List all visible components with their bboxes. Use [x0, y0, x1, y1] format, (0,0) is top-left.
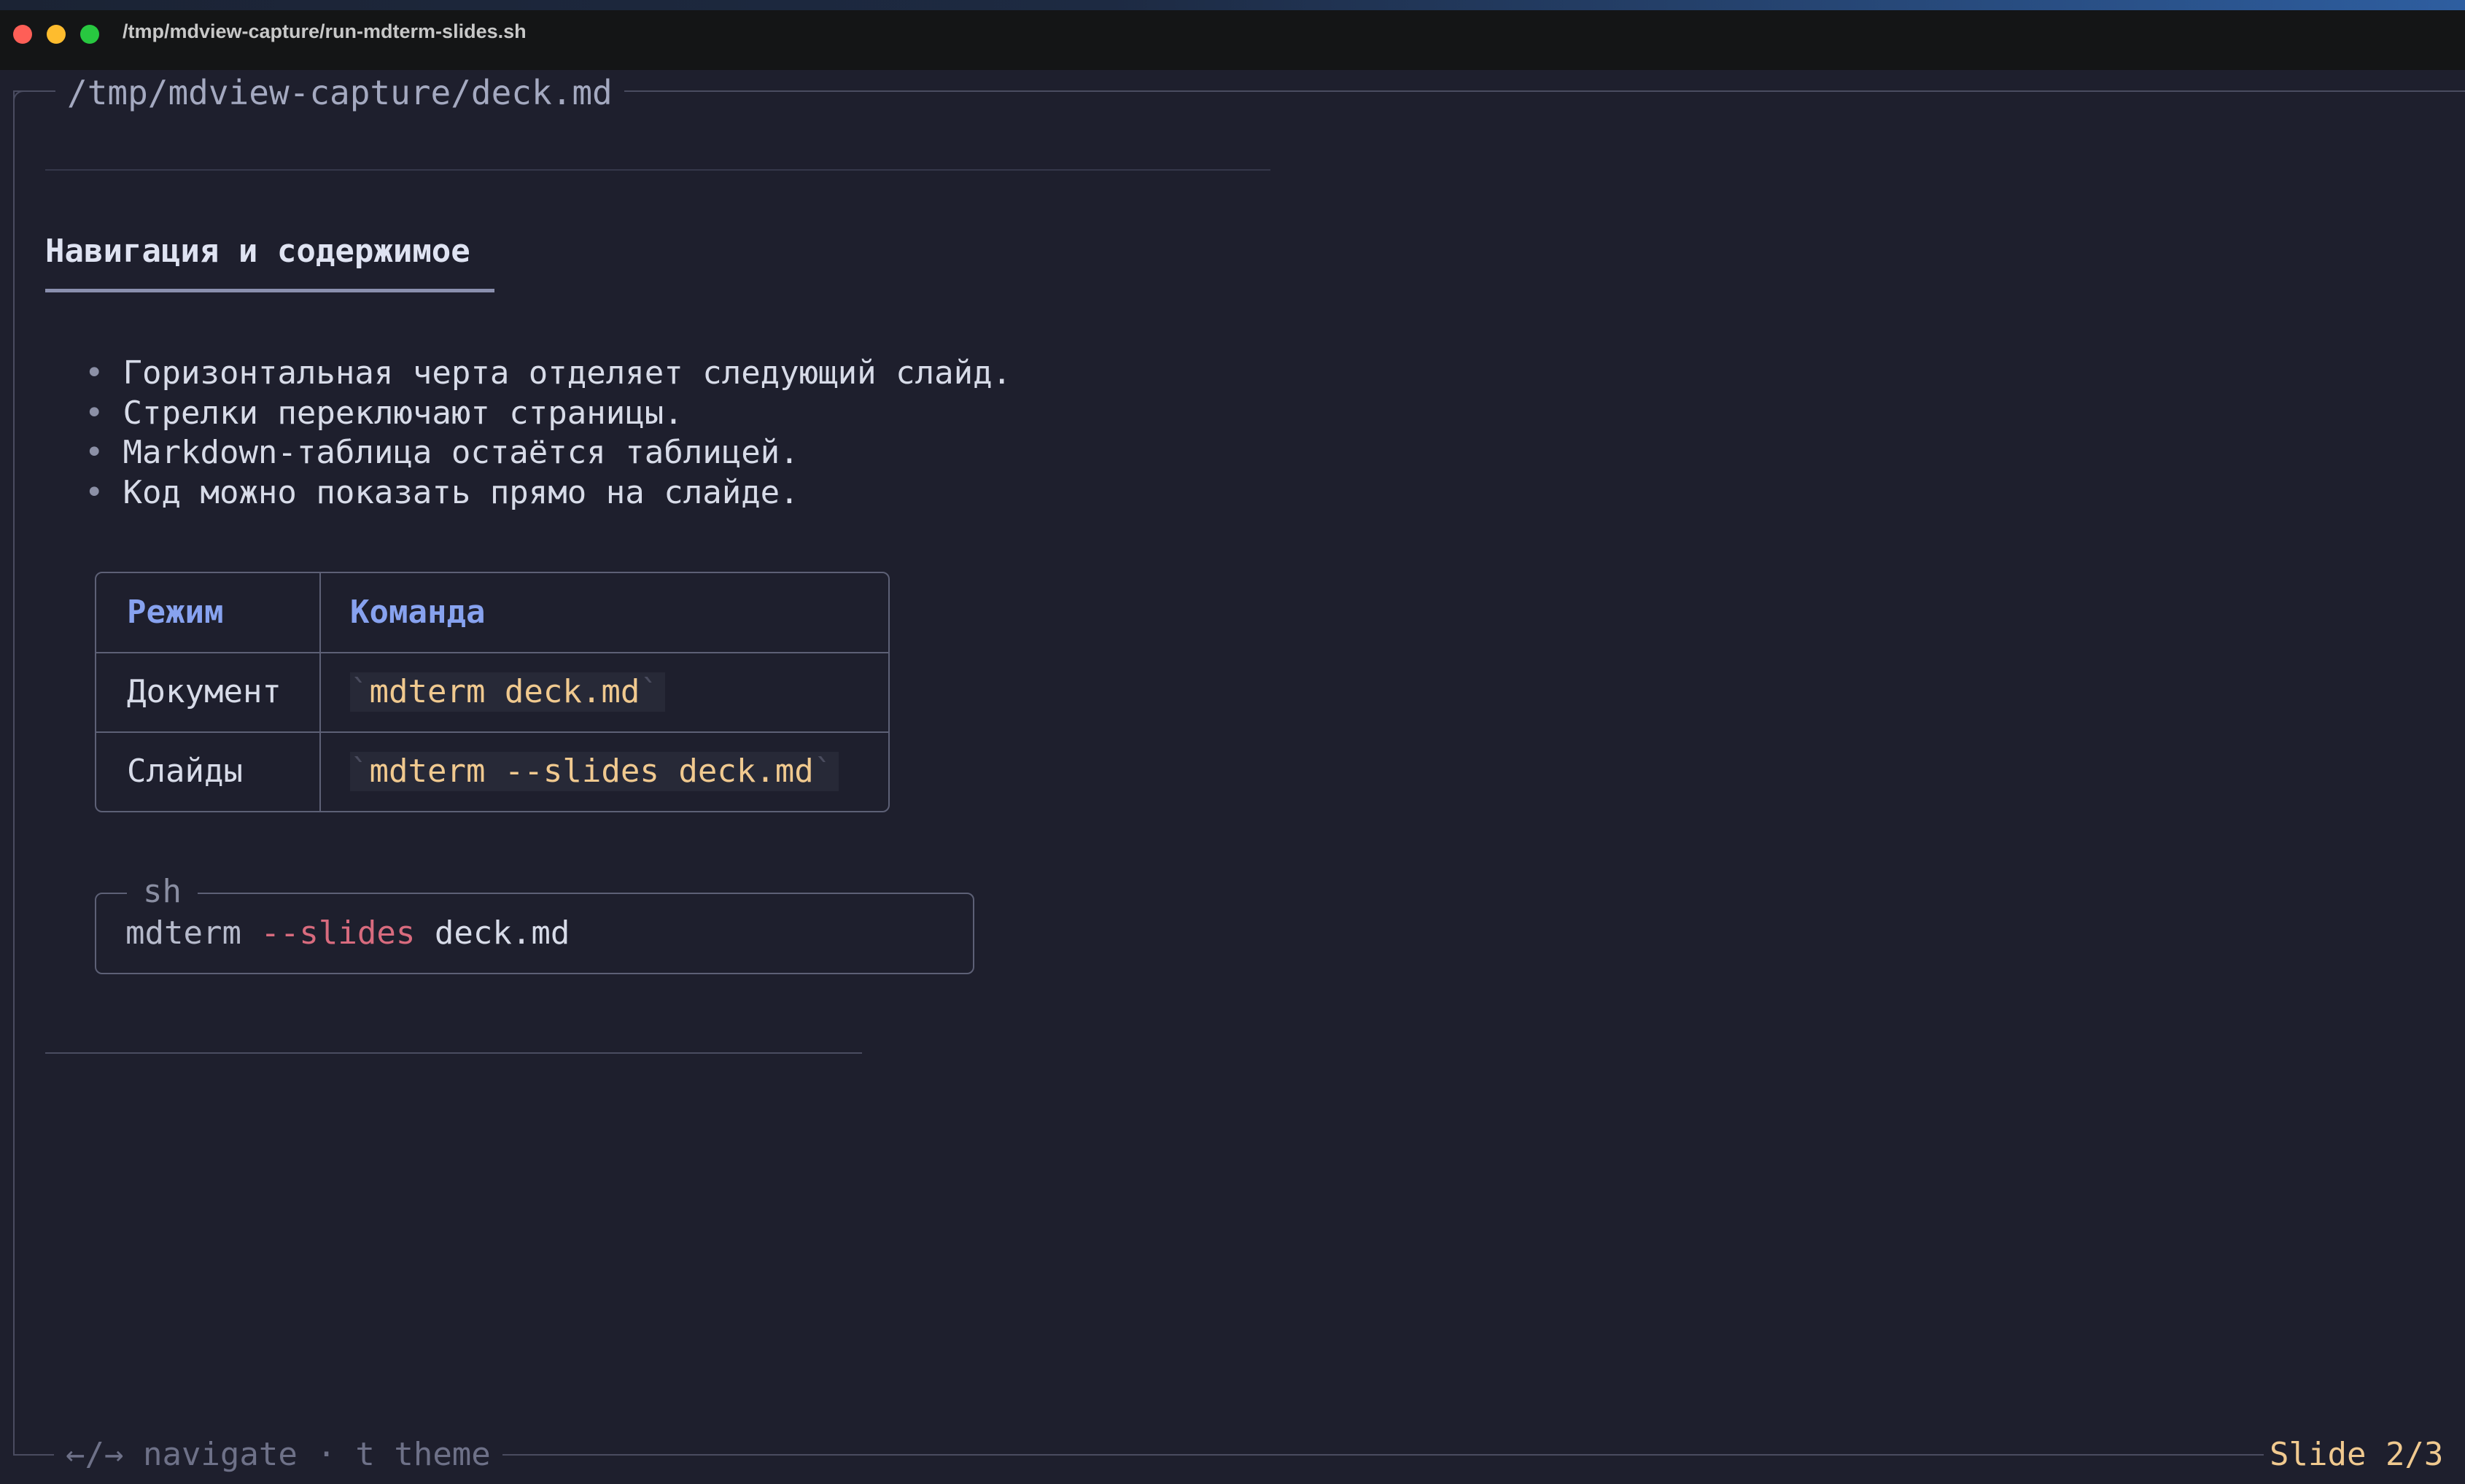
mode-command-table: Режим Команда Документ `mdterm deck.md` …	[95, 572, 890, 812]
code-token-command: mdterm	[125, 914, 241, 952]
table-cell-command: `mdterm --slides deck.md`	[350, 752, 839, 791]
list-item-text: Горизонтальная черта отделяет следующий …	[123, 354, 1012, 392]
bullet-icon: •	[85, 434, 104, 471]
navigation-hint: ←/→ navigate · t theme	[54, 1435, 502, 1475]
table-column-divider	[319, 573, 321, 811]
heading-underline	[45, 289, 494, 292]
bullet-icon: •	[85, 394, 104, 432]
inline-code: mdterm deck.md	[369, 673, 640, 710]
table-header-mode: Режим	[127, 594, 224, 631]
slide-separator-top	[45, 169, 1270, 171]
window-title: /tmp/mdview-capture/run-mdterm-slides.sh	[123, 20, 527, 42]
list-item: • Стрелки переключают страницы.	[85, 394, 1012, 434]
file-path-label: /tmp/mdview-capture/deck.md	[55, 73, 624, 112]
list-item: • Markdown-таблица остаётся таблицей.	[85, 433, 1012, 473]
list-item: • Горизонтальная черта отделяет следующий…	[85, 354, 1012, 394]
zoom-window-button[interactable]	[80, 25, 99, 44]
frame-corner	[13, 90, 32, 109]
bullet-icon: •	[85, 473, 104, 511]
slide-heading: Навигация и содержимое	[45, 233, 470, 270]
inline-code: mdterm --slides deck.md	[369, 753, 814, 790]
table-row-divider	[96, 652, 888, 653]
code-tick: `	[350, 673, 370, 710]
table-cell-mode: Документ	[127, 673, 282, 710]
code-tick: `	[640, 673, 659, 710]
window-titlebar: /tmp/mdview-capture/run-mdterm-slides.sh	[0, 0, 2465, 71]
code-line: mdterm --slides deck.md	[125, 914, 570, 953]
close-window-button[interactable]	[13, 25, 32, 44]
code-token-flag: --slides	[260, 914, 416, 952]
bullet-icon: •	[85, 354, 104, 392]
code-token-argument: deck.md	[434, 914, 570, 952]
list-item: • Код можно показать прямо на слайде.	[85, 473, 1012, 513]
list-item-text: Код можно показать прямо на слайде.	[123, 473, 799, 511]
table-cell-mode: Слайды	[127, 753, 243, 790]
table-cell-command: `mdterm deck.md`	[350, 672, 665, 712]
code-block-language: sh	[127, 872, 198, 912]
minimize-window-button[interactable]	[47, 25, 66, 44]
code-tick: `	[350, 753, 370, 790]
slide-counter: Slide 2/3	[2264, 1435, 2444, 1475]
titlebar-accent-strip	[0, 0, 2465, 10]
frame-border-left	[13, 90, 15, 1456]
table-header-command: Команда	[350, 594, 486, 631]
bullet-list: • Горизонтальная черта отделяет следующий…	[85, 354, 1012, 513]
list-item-text: Markdown-таблица остаётся таблицей.	[123, 434, 799, 471]
slide-separator-bottom	[45, 1052, 862, 1054]
list-item-text: Стрелки переключают страницы.	[123, 394, 683, 432]
code-tick: `	[813, 753, 834, 790]
table-row-divider	[96, 731, 888, 733]
